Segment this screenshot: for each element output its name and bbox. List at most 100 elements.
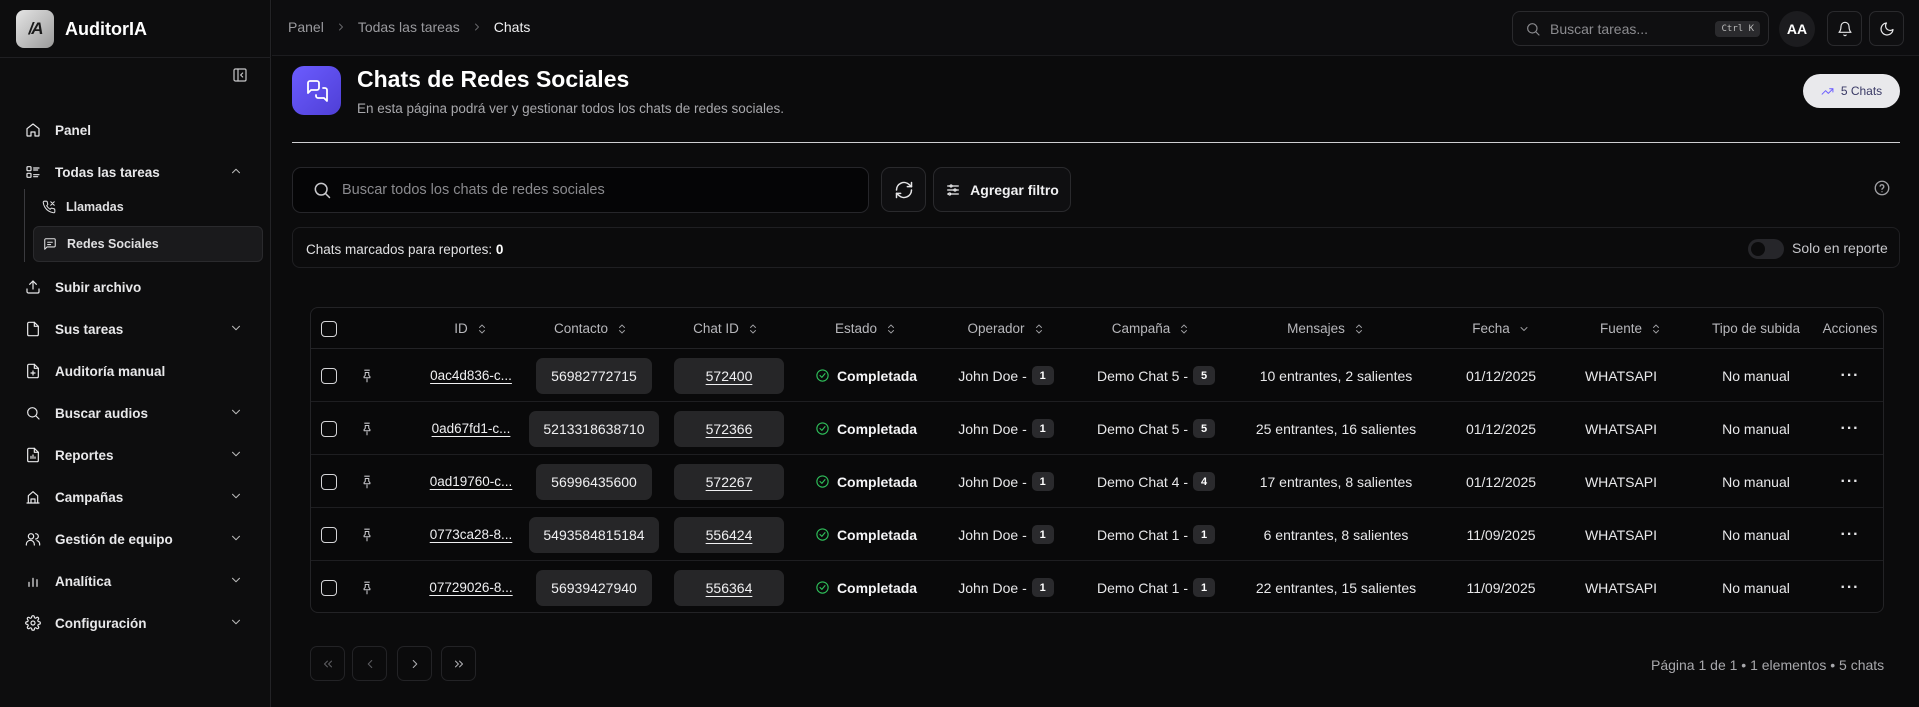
more-actions-icon[interactable]: ···: [1841, 367, 1860, 385]
contact-chip[interactable]: 5213318638710: [529, 410, 659, 447]
chat-id-link[interactable]: 556364: [706, 580, 753, 596]
top-bar: Panel Todas las tareas Chats Buscar tare…: [272, 0, 1919, 56]
column-label: Fuente: [1599, 321, 1643, 336]
pin-icon[interactable]: [360, 422, 374, 436]
next-page-button[interactable]: [397, 646, 432, 681]
page-subtitle: En esta página podrá ver y gestionar tod…: [357, 101, 785, 116]
id-cell: 07729026-8...: [411, 561, 531, 612]
campaign-cell: Demo Chat 1 -1: [1081, 561, 1231, 612]
sidebar-item-auditoria-manual[interactable]: Auditoría manual: [16, 350, 263, 392]
chevron-down-icon[interactable]: [229, 447, 243, 461]
last-page-button[interactable]: [441, 646, 476, 681]
chat-id-chip[interactable]: 556424: [674, 516, 784, 553]
breadcrumb-panel[interactable]: Panel: [288, 19, 324, 35]
task-id-link[interactable]: 0773ca28-8...: [430, 527, 513, 542]
pin-icon[interactable]: [360, 528, 374, 542]
chevron-down-icon[interactable]: [229, 321, 243, 335]
pin-cell: [347, 402, 387, 455]
pin-icon[interactable]: [360, 581, 374, 595]
help-icon[interactable]: [1873, 179, 1895, 201]
chevron-down-icon[interactable]: [229, 405, 243, 419]
only-report-toggle[interactable]: [1748, 239, 1784, 259]
select-all-checkbox[interactable]: [321, 320, 337, 337]
column-header-chat-id[interactable]: Chat ID: [661, 308, 791, 349]
task-id-link[interactable]: 0ac4d836-c...: [430, 368, 512, 383]
chevron-down-icon[interactable]: [229, 489, 243, 503]
chat-id-chip[interactable]: 556364: [674, 569, 784, 606]
more-actions-icon[interactable]: ···: [1841, 526, 1860, 544]
row-checkbox[interactable]: [321, 367, 337, 384]
sidebar-subitem-llamadas[interactable]: Llamadas: [33, 189, 263, 225]
sidebar-item-reportes[interactable]: Reportes: [16, 434, 263, 476]
more-actions-icon[interactable]: ···: [1841, 473, 1860, 491]
column-header-mensajes[interactable]: Mensajes: [1226, 308, 1426, 349]
chevron-down-icon[interactable]: [229, 531, 243, 545]
contact-chip[interactable]: 56982772715: [536, 357, 652, 394]
pin-icon[interactable]: [360, 369, 374, 383]
column-header-estado[interactable]: Estado: [801, 308, 931, 349]
row-select-cell: [311, 455, 347, 508]
contact-chip[interactable]: 56939427940: [536, 569, 652, 606]
sidebar-item-configuracion[interactable]: Configuración: [16, 602, 263, 644]
refresh-icon: [895, 181, 912, 198]
chat-id-chip[interactable]: 572366: [674, 410, 784, 447]
contact-chip[interactable]: 5493584815184: [529, 516, 659, 553]
avatar[interactable]: AA: [1779, 11, 1815, 47]
sidebar-item-sus-tareas[interactable]: Sus tareas: [16, 308, 263, 350]
contact-chip[interactable]: 56996435600: [536, 463, 652, 500]
table-row[interactable]: 07729026-8... 56939427940 556364 Completada…: [311, 561, 1883, 612]
global-search-input[interactable]: Buscar tareas... Ctrl K: [1512, 11, 1769, 46]
first-page-button[interactable]: [310, 646, 345, 681]
sidebar-item-panel[interactable]: Panel: [16, 109, 263, 151]
refresh-button[interactable]: [881, 167, 926, 212]
column-header-fecha[interactable]: Fecha: [1441, 308, 1561, 349]
task-id-link[interactable]: 07729026-8...: [429, 580, 512, 595]
more-actions-icon[interactable]: ···: [1841, 420, 1860, 438]
collapse-sidebar-icon[interactable]: [229, 64, 251, 86]
chats-count-label: 5 Chats: [1840, 84, 1883, 98]
chats-count-badge[interactable]: 5 Chats: [1803, 74, 1900, 108]
sidebar-item-label: Todas las tareas: [55, 164, 160, 180]
chat-id-link[interactable]: 572366: [706, 421, 753, 437]
row-checkbox[interactable]: [321, 526, 337, 543]
column-header-campana[interactable]: Campaña: [1081, 308, 1221, 349]
previous-page-button[interactable]: [352, 646, 387, 681]
table-row[interactable]: 0ac4d836-c... 56982772715 572400 Completada…: [311, 349, 1883, 402]
chevron-down-icon[interactable]: [229, 615, 243, 629]
chat-id-chip[interactable]: 572400: [674, 357, 784, 394]
column-header-contacto[interactable]: Contacto: [526, 308, 656, 349]
sidebar-subitem-redes-sociales[interactable]: Redes Sociales: [33, 226, 263, 262]
chat-id-link[interactable]: 556424: [706, 527, 753, 543]
chat-id-chip[interactable]: 572267: [674, 463, 784, 500]
column-header-operador[interactable]: Operador: [941, 308, 1071, 349]
table-row[interactable]: 0ad67fd1-c... 5213318638710 572366 Completa…: [311, 402, 1883, 455]
task-id-link[interactable]: 0ad19760-c...: [430, 474, 513, 489]
row-checkbox[interactable]: [321, 579, 337, 596]
sidebar-item-buscar-audios[interactable]: Buscar audios: [16, 392, 263, 434]
chevron-up-icon[interactable]: [229, 164, 243, 178]
column-header-fuente[interactable]: Fuente: [1571, 308, 1691, 349]
table-row[interactable]: 0ad19760-c... 56996435600 572267 Completada…: [311, 455, 1883, 508]
sidebar-item-subir-archivo[interactable]: Subir archivo: [16, 266, 263, 308]
sidebar-item-todas-las-tareas[interactable]: Todas las tareas: [16, 151, 263, 193]
chevron-down-icon[interactable]: [229, 573, 243, 587]
sidebar-item-campanas[interactable]: Campañas: [16, 476, 263, 518]
chat-id-link[interactable]: 572400: [706, 368, 753, 384]
sidebar-item-gestion-de-equipo[interactable]: Gestión de equipo: [16, 518, 263, 560]
row-checkbox[interactable]: [321, 420, 337, 437]
logo: /A: [16, 10, 54, 48]
add-filter-button[interactable]: Agregar filtro: [933, 167, 1071, 212]
column-header-id[interactable]: ID: [421, 308, 521, 349]
chat-search-input[interactable]: Buscar todos los chats de redes sociales: [292, 167, 869, 213]
breadcrumb-todas-las-tareas[interactable]: Todas las tareas: [358, 19, 460, 35]
task-id-link[interactable]: 0ad67fd1-c...: [432, 421, 511, 436]
table-row[interactable]: 0773ca28-8... 5493584815184 556424 Completa…: [311, 508, 1883, 561]
more-actions-icon[interactable]: ···: [1841, 579, 1860, 597]
pin-icon[interactable]: [360, 475, 374, 489]
brand[interactable]: /A AuditorIA: [16, 10, 147, 48]
sidebar-item-analitica[interactable]: Analítica: [16, 560, 263, 602]
theme-toggle-button[interactable]: [1869, 11, 1904, 46]
row-checkbox[interactable]: [321, 473, 337, 490]
notifications-button[interactable]: [1827, 11, 1862, 46]
chat-id-link[interactable]: 572267: [706, 474, 753, 490]
